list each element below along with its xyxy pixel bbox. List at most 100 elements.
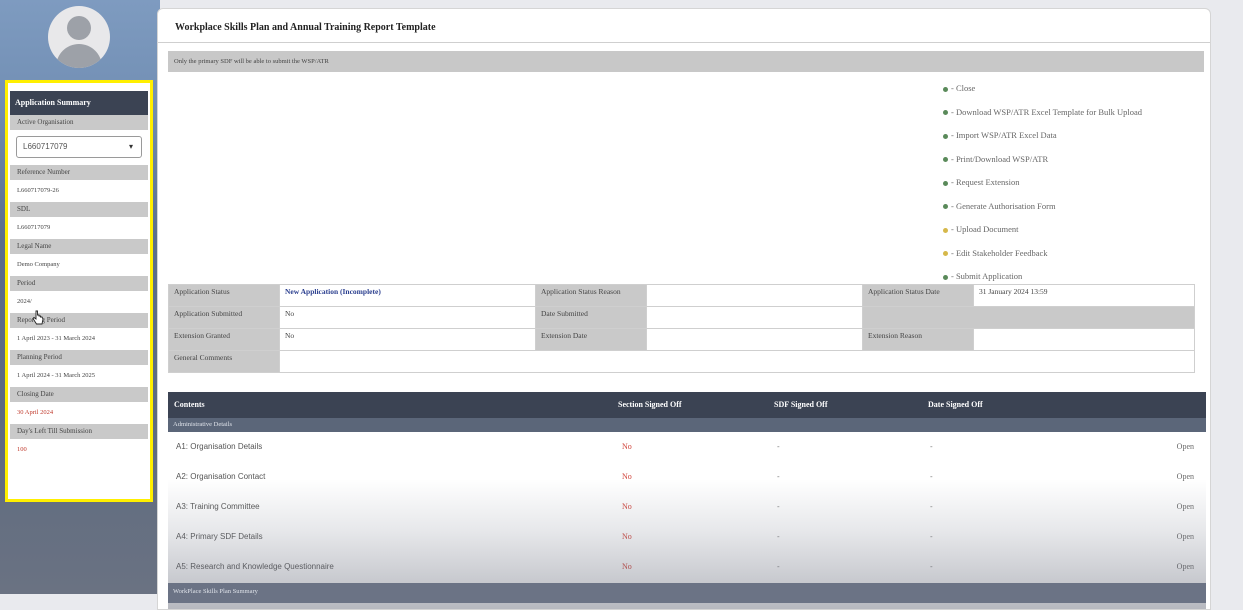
submit-notice: Only the primary SDF will be able to sub… [168,51,1204,72]
action-link[interactable]: - Request Extension [943,171,1213,195]
status-dot-icon [943,133,948,139]
summary-field-value: 1 April 2024 - 31 March 2025 [10,365,148,387]
general-comments-value [279,350,1195,373]
row-name: A1: Organisation Details [176,442,263,451]
action-label: - Submit Application [951,271,1023,281]
avatar[interactable] [48,6,110,68]
status-dot-icon [943,251,948,257]
summary-title: Application Summary [10,91,148,115]
summary-field-label: SDL [10,202,148,217]
summary-field-value: L660717079 [10,217,148,239]
section-header-wsp-summary: WorkPlace Skills Plan Summary [168,583,1206,603]
action-label: - Request Extension [951,177,1020,187]
row-name: A4: Primary SDF Details [176,532,263,541]
sdf-signed-off: - [777,472,780,481]
avatar-area [0,0,160,72]
date-submitted-label: Date Submitted [535,306,647,329]
summary-field-value: Demo Company [10,254,148,276]
application-status-reason-label: Application Status Reason [535,284,647,307]
active-organisation-select[interactable]: L660717079 ▾ [16,136,142,158]
row-name: A5: Research and Knowledge Questionnaire [176,562,334,571]
summary-field-label: Closing Date [10,387,148,402]
summary-field-label: Legal Name [10,239,148,254]
active-organisation-label: Active Organisation [10,115,148,130]
status-dot-icon [943,86,948,92]
contents-header: Contents Section Signed Off SDF Signed O… [168,392,1206,418]
summary-field-label: Day's Left Till Submission [10,424,148,439]
action-label: - Close [951,83,976,93]
status-dot-icon [943,274,948,280]
sdf-signed-off: - [777,562,780,571]
action-label: - Edit Stakeholder Feedback [951,247,1048,258]
action-link[interactable]: - Edit Stakeholder Feedback [943,242,1213,266]
section-header-administrative: Administrative Details [168,418,1206,432]
summary-field-label: Planning Period [10,350,148,365]
summary-fields: Reference Number L660717079-26 SDL L6607170… [8,165,150,461]
main-panel: Workplace Skills Plan and Annual Trainin… [157,8,1211,610]
action-label: - Generate Authorisation Form [951,200,1056,211]
action-label: - Download WSP/ATR Excel Template for Bu… [951,106,1143,117]
table-row: A1: Organisation Details No - - Open [168,432,1206,462]
section-signed-off: No [622,532,632,541]
open-link[interactable]: Open [1177,502,1194,511]
action-link[interactable]: - Download WSP/ATR Excel Template for Bu… [943,101,1213,125]
user-head-icon [67,16,91,40]
table-row: A3: Training Committee No - - Open [168,492,1206,522]
action-link[interactable]: - Generate Authorisation Form [943,195,1213,219]
empty-cell [862,306,1195,329]
open-link[interactable]: Open [1177,562,1194,571]
date-signed-off: - [930,532,933,541]
application-submitted-value: No [279,306,536,329]
action-list: - Close - Download WSP/ATR Excel Template… [943,77,1213,289]
extension-date-label: Extension Date [535,328,647,351]
action-link[interactable]: - Print/Download WSP/ATR [943,148,1213,172]
application-status-reason-value [646,284,863,307]
hand-cursor-icon [32,310,44,325]
action-link[interactable]: - Upload Document [943,218,1213,242]
extension-reason-value [973,328,1195,351]
divider [158,42,1210,43]
table-row: A2: Organisation Contact No - - Open [168,462,1206,492]
application-status-date-label: Application Status Date [862,284,974,307]
row-name: A3: Training Committee [176,502,260,511]
contents-rows: A1: Organisation Details No - - Open A2: Orga… [168,432,1206,582]
page-title: Workplace Skills Plan and Annual Trainin… [175,22,436,33]
table-row: A5: Research and Knowledge Questionnaire… [168,552,1206,582]
summary-field-value: 100 [10,439,148,461]
application-summary-panel: Application Summary Active Organisation … [5,80,153,502]
extension-reason-label: Extension Reason [862,328,974,351]
summary-field-value: L660717079-26 [10,180,148,202]
section-signed-off: No [622,562,632,571]
action-link[interactable]: - Import WSP/ATR Excel Data [943,124,1213,148]
section-signed-off: No [622,472,632,481]
application-submitted-label: Application Submitted [168,306,280,329]
user-body-icon [56,44,102,68]
application-status-date-value: 31 January 2024 13:59 [973,284,1195,307]
section-signed-off: No [622,442,632,451]
date-signed-off: - [930,502,933,511]
date-submitted-value [646,306,863,329]
action-label: - Upload Document [951,224,1019,234]
general-comments-label: General Comments [168,350,280,373]
sdf-signed-off: - [777,442,780,451]
extension-granted-value: No [279,328,536,351]
date-signed-off: - [930,472,933,481]
summary-field-label: Period [10,276,148,291]
summary-field-value: 1 April 2023 - 31 March 2024 [10,328,148,350]
contents-table: Contents Section Signed Off SDF Signed O… [168,392,1206,582]
extension-date-value [646,328,863,351]
sdf-signed-off: - [777,532,780,541]
date-signed-off-col-header: Date Signed Off [928,400,983,409]
application-status-value: New Application (Incomplete) [279,284,536,307]
open-link[interactable]: Open [1177,442,1194,451]
open-link[interactable]: Open [1177,472,1194,481]
status-dot-icon [943,110,948,116]
application-status-label: Application Status [168,284,280,307]
action-label: - Print/Download WSP/ATR [951,153,1049,164]
date-signed-off: - [930,562,933,571]
action-link[interactable]: - Close [943,77,1213,101]
active-organisation-value: L660717079 [23,142,68,151]
section-signed-off: No [622,502,632,511]
status-dot-icon [943,227,948,233]
open-link[interactable]: Open [1177,532,1194,541]
